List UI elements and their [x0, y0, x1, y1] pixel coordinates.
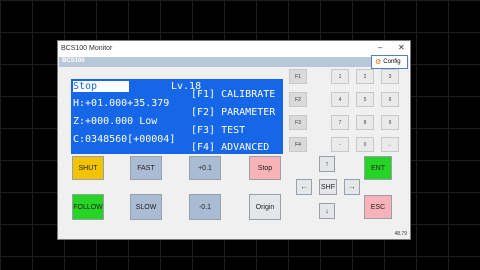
- f3-key[interactable]: F3: [289, 115, 307, 130]
- title-bar: BCS100 Monitor – ✕: [58, 41, 410, 57]
- left-arrow-icon[interactable]: ←: [296, 179, 312, 195]
- lcd-menu-f4: [F4] ADVANCED: [191, 142, 270, 153]
- key-5[interactable]: 5: [356, 92, 374, 107]
- key-0[interactable]: 0: [356, 137, 374, 152]
- key-4[interactable]: 4: [331, 92, 349, 107]
- origin-button[interactable]: Origin: [249, 194, 281, 220]
- version-label: 48.79: [394, 231, 407, 237]
- lcd-menu-f2: [F2] PARAMETER: [191, 107, 276, 118]
- key-1[interactable]: 1: [331, 69, 349, 84]
- device-bar: BCS100: [59, 57, 372, 67]
- plus-01-button[interactable]: +0.1: [189, 156, 221, 180]
- bcs100-monitor-window: BCS100 Monitor – ✕ BCS100 ⚙ Config Stop …: [57, 40, 411, 240]
- minimize-button[interactable]: –: [378, 43, 382, 52]
- fast-button[interactable]: FAST: [130, 156, 162, 180]
- key-3[interactable]: 3: [381, 69, 399, 84]
- key-7[interactable]: 7: [331, 115, 349, 130]
- lcd-menu-f3: [F3] TEST: [191, 125, 246, 136]
- f1-key[interactable]: F1: [289, 69, 307, 84]
- right-arrow-icon[interactable]: →: [344, 179, 360, 195]
- close-button[interactable]: ✕: [398, 43, 405, 52]
- esc-button[interactable]: ESC: [364, 195, 392, 219]
- config-label: Config: [383, 59, 401, 65]
- config-button[interactable]: ⚙ Config: [371, 55, 408, 69]
- config-icon: ⚙: [375, 59, 382, 66]
- lcd-display: Stop Lv.18 H:+01.000+35.379 Z:+000.000 L…: [71, 79, 283, 154]
- shf-button[interactable]: SHF: [319, 179, 337, 195]
- key-minus[interactable]: -: [331, 137, 349, 152]
- key-2[interactable]: 2: [356, 69, 374, 84]
- key-6[interactable]: 6: [381, 92, 399, 107]
- lcd-line-h: H:+01.000+35.379: [73, 98, 170, 109]
- lcd-status: Stop: [73, 81, 129, 92]
- lcd-menu-f1: [F1] CALIBRATE: [191, 89, 276, 100]
- stop-button[interactable]: Stop: [249, 156, 281, 180]
- ent-button[interactable]: ENT: [364, 156, 392, 180]
- device-label: BCS100: [62, 58, 85, 64]
- key-8[interactable]: 8: [356, 115, 374, 130]
- f4-key[interactable]: F4: [289, 137, 307, 152]
- lcd-line-z: Z:+000.000 Low: [73, 116, 158, 127]
- lcd-line-c: C:0348560[+00004]: [73, 134, 176, 145]
- key-9[interactable]: 9: [381, 115, 399, 130]
- window-title: BCS100 Monitor: [61, 45, 113, 52]
- slow-button[interactable]: SLOW: [130, 194, 162, 220]
- shut-button[interactable]: SHUT: [72, 156, 104, 180]
- f2-key[interactable]: F2: [289, 92, 307, 107]
- down-arrow-icon[interactable]: ↓: [319, 203, 335, 219]
- key-backspace[interactable]: ←: [381, 137, 399, 152]
- follow-button[interactable]: FOLLOW: [72, 194, 104, 220]
- up-arrow-icon[interactable]: ↑: [319, 156, 335, 172]
- minus-01-button[interactable]: -0.1: [189, 194, 221, 220]
